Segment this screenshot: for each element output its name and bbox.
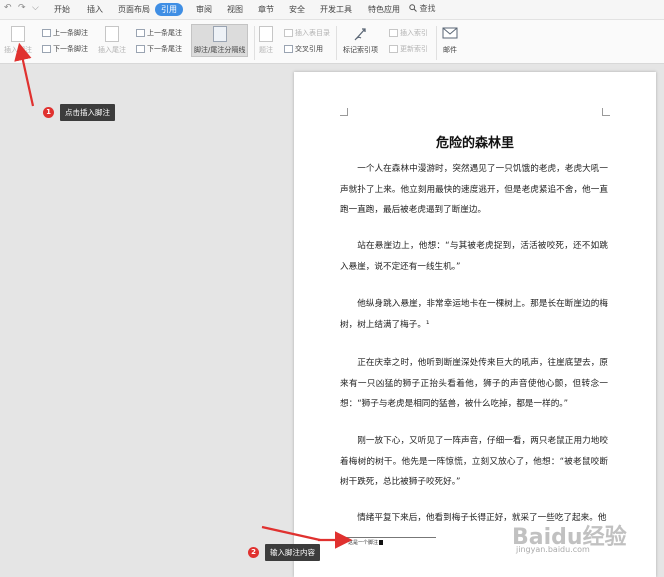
quick-access-dropdown-icon[interactable]: ⌵ bbox=[32, 3, 39, 13]
caption-button[interactable]: 题注 bbox=[259, 26, 273, 55]
insert-footnote-button[interactable]: 插入脚注 bbox=[4, 26, 32, 55]
tab-special-features[interactable]: 特色应用 bbox=[368, 4, 400, 15]
footnote-area[interactable]: ¹这是一个脚注 bbox=[346, 539, 384, 546]
margin-mark-top-right bbox=[602, 108, 610, 116]
annotation-label-2: 输入脚注内容 bbox=[265, 544, 320, 561]
watermark-url: jingyan.baidu.com bbox=[516, 545, 590, 554]
annotation-badge-2: 2 bbox=[248, 547, 259, 558]
insert-footnote-label: 插入脚注 bbox=[4, 46, 32, 54]
cross-reference-label: 交叉引用 bbox=[295, 45, 323, 53]
prev-endnote-label: 上一条尾注 bbox=[147, 29, 182, 37]
tab-page-layout[interactable]: 页面布局 bbox=[118, 4, 150, 15]
mail-icon bbox=[442, 27, 458, 39]
next-footnote-label: 下一条脚注 bbox=[53, 45, 88, 53]
mark-index-icon bbox=[354, 28, 366, 41]
prev-endnote-button[interactable]: 上一条尾注 bbox=[136, 28, 182, 38]
insert-table-of-figures-button[interactable]: 插入表目录 bbox=[284, 28, 330, 38]
tab-references[interactable]: 引用 bbox=[155, 3, 183, 16]
update-index-icon bbox=[389, 45, 398, 53]
separator-line-icon bbox=[212, 26, 227, 42]
ribbon-divider bbox=[254, 26, 255, 60]
prev-footnote-icon bbox=[42, 29, 51, 37]
annotation-badge-1: 1 bbox=[43, 107, 54, 118]
next-endnote-icon bbox=[136, 45, 145, 53]
mark-index-entry-label: 标记索引项 bbox=[343, 46, 378, 54]
document-paragraph: 正在庆幸之时，他听到断崖深处传来巨大的吼声，往崖底望去，原来有一只凶猛的狮子正抬… bbox=[340, 358, 608, 409]
footnote-icon bbox=[11, 26, 25, 42]
tab-home[interactable]: 开始 bbox=[54, 4, 70, 15]
tab-developer-tools[interactable]: 开发工具 bbox=[320, 4, 352, 15]
undo-icon[interactable]: ↶ bbox=[4, 3, 12, 13]
document-paragraph: 他纵身跳入悬崖，非常幸运地卡在一棵树上。那是长在断崖边的梅树，树上结满了梅子。¹ bbox=[340, 299, 608, 330]
document-paragraph: 一个人在森林中漫游时，突然遇见了一只饥饿的老虎，老虎大吼一声就扑了上来。他立刻用… bbox=[340, 164, 608, 215]
search-button[interactable]: 查找 bbox=[409, 3, 436, 14]
mail-button[interactable]: 邮件 bbox=[442, 26, 458, 55]
mark-index-entry-button[interactable]: 标记索引项 bbox=[343, 26, 378, 55]
next-endnote-label: 下一条尾注 bbox=[147, 45, 182, 53]
search-icon bbox=[409, 4, 417, 12]
insert-index-label: 插入索引 bbox=[400, 29, 428, 37]
caption-icon bbox=[259, 26, 273, 42]
footnote-text[interactable]: ¹这是一个脚注 bbox=[346, 540, 378, 546]
prev-footnote-button[interactable]: 上一条脚注 bbox=[42, 28, 88, 38]
references-ribbon: 插入脚注 上一条脚注 下一条脚注 插入尾注 上一条尾注 下一条尾注 脚注/尾注分… bbox=[0, 20, 664, 64]
annotation-label-1: 点击插入脚注 bbox=[60, 104, 115, 121]
search-label: 查找 bbox=[419, 4, 436, 13]
tab-chapter[interactable]: 章节 bbox=[258, 4, 274, 15]
mail-label: 邮件 bbox=[443, 46, 457, 54]
footnote-separator-button[interactable]: 脚注/尾注分隔线 bbox=[191, 24, 249, 57]
footnote-separator-line bbox=[344, 537, 436, 538]
margin-mark-top-left bbox=[340, 108, 348, 116]
table-of-figures-icon bbox=[284, 29, 293, 37]
next-endnote-button[interactable]: 下一条尾注 bbox=[136, 44, 182, 54]
insert-index-button[interactable]: 插入索引 bbox=[389, 28, 428, 38]
document-paragraph: 站在悬崖边上，他想：“与其被老虎捉到，活活被咬死，还不如跳入悬崖，说不定还有一线… bbox=[340, 241, 608, 272]
ribbon-divider bbox=[436, 26, 437, 60]
text-cursor bbox=[379, 540, 384, 545]
next-footnote-icon bbox=[42, 45, 51, 53]
document-paragraph: 刚一放下心，又听见了一阵声音，仔细一看，两只老鼠正用力地咬着梅树的树干。他先是一… bbox=[340, 436, 608, 487]
tab-insert[interactable]: 插入 bbox=[87, 4, 103, 15]
insert-endnote-label: 插入尾注 bbox=[98, 46, 126, 54]
ribbon-divider bbox=[336, 26, 337, 60]
insert-table-of-figures-label: 插入表目录 bbox=[295, 29, 330, 37]
redo-icon[interactable]: ↷ bbox=[18, 3, 26, 13]
document-title: 危险的森林里 bbox=[435, 136, 514, 151]
insert-endnote-button[interactable]: 插入尾注 bbox=[98, 26, 126, 55]
caption-label: 题注 bbox=[259, 46, 273, 54]
cross-reference-button[interactable]: 交叉引用 bbox=[284, 44, 323, 54]
endnote-icon bbox=[105, 26, 119, 42]
tab-review[interactable]: 审阅 bbox=[196, 4, 212, 15]
footnote-separator-label: 脚注/尾注分隔线 bbox=[194, 46, 246, 54]
document-page[interactable]: 危险的森林里 一个人在森林中漫游时，突然遇见了一只饥饿的老虎，老虎大吼一声就扑了… bbox=[294, 72, 656, 577]
tab-security[interactable]: 安全 bbox=[289, 4, 305, 15]
prev-endnote-icon bbox=[136, 29, 145, 37]
cross-reference-icon bbox=[284, 45, 293, 53]
next-footnote-button[interactable]: 下一条脚注 bbox=[42, 44, 88, 54]
tab-view[interactable]: 视图 bbox=[227, 4, 243, 15]
insert-index-icon bbox=[389, 29, 398, 37]
update-index-button[interactable]: 更新索引 bbox=[389, 44, 428, 54]
prev-footnote-label: 上一条脚注 bbox=[53, 29, 88, 37]
update-index-label: 更新索引 bbox=[400, 45, 428, 53]
menu-bar: ↶ ↷ ⌵ 开始 插入 页面布局 引用 审阅 视图 章节 安全 开发工具 特色应… bbox=[0, 0, 664, 20]
